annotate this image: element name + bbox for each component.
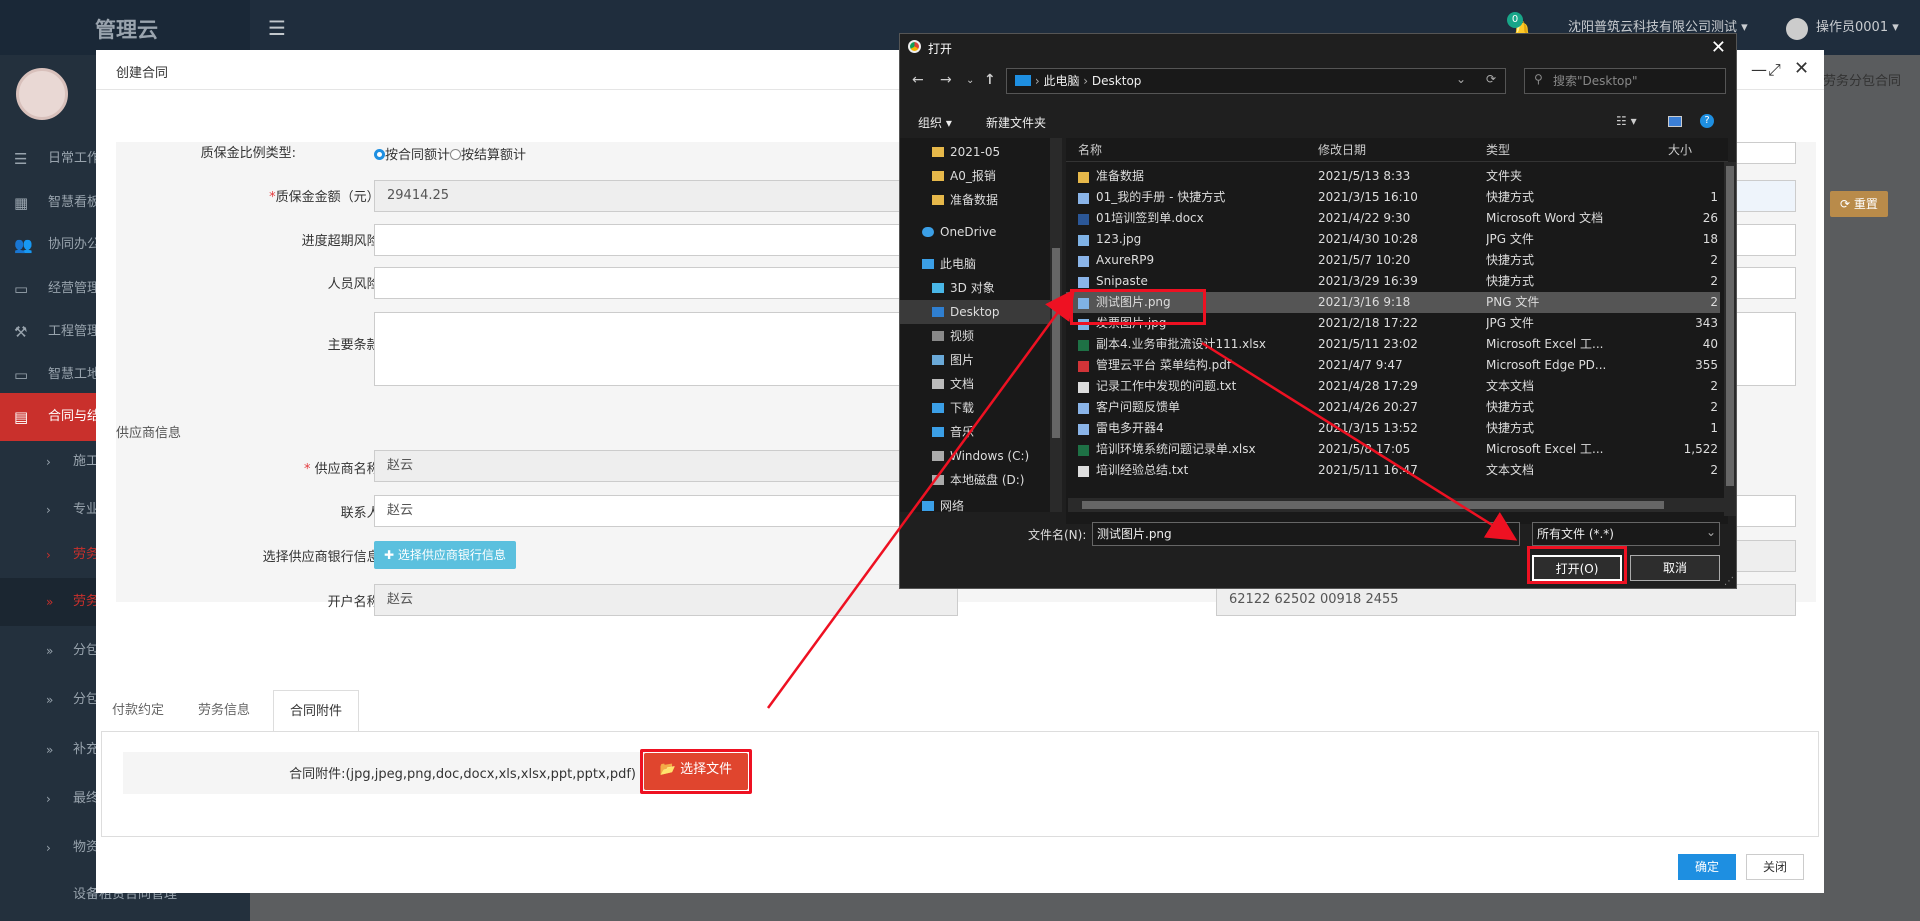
- arrow-to-file: [766, 288, 1075, 709]
- arrow-to-filename: [1201, 341, 1518, 541]
- annotation-arrows: [766, 288, 1518, 709]
